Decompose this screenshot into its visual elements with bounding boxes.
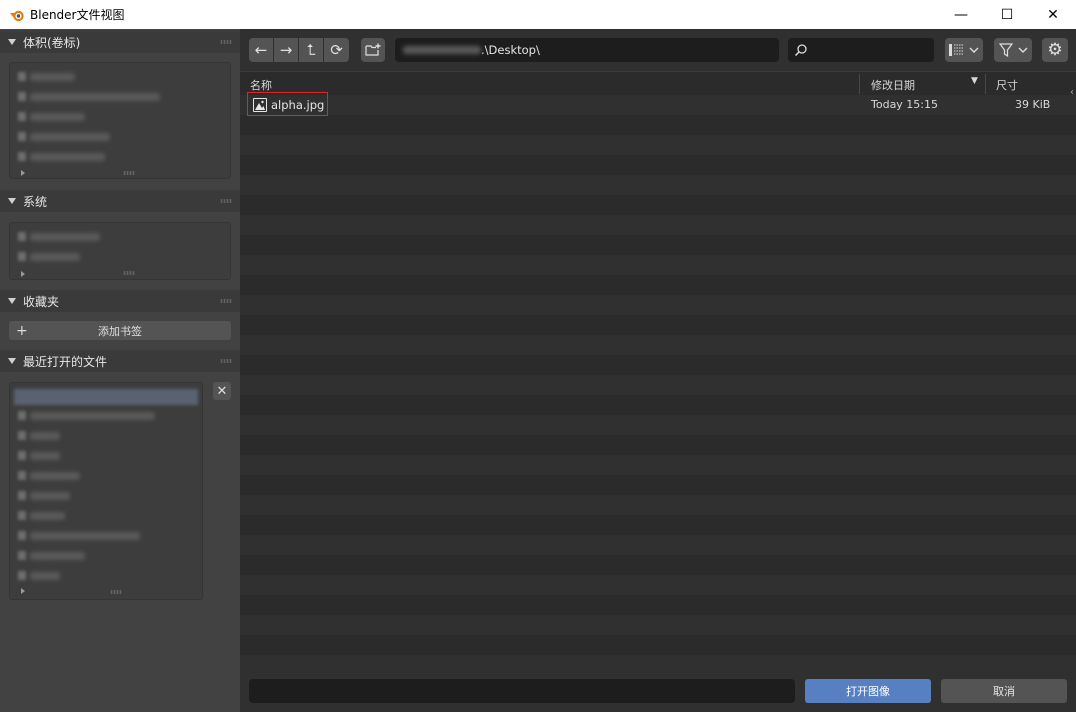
empty-row [240,415,1076,435]
volumes-list[interactable] [9,62,231,179]
empty-row [240,375,1076,395]
empty-row [240,155,1076,175]
expand-arrow-icon[interactable] [21,588,25,594]
empty-row [240,215,1076,235]
file-row[interactable]: alpha.jpg Today 15:15 39 KiB [240,95,1076,115]
new-folder-icon [365,43,381,56]
panel-header-bookmarks[interactable]: 收藏夹 [0,290,240,312]
clear-recent-button[interactable]: ✕ [213,382,231,400]
drag-grip-icon[interactable] [220,299,232,303]
empty-row [240,495,1076,515]
empty-row [240,355,1076,375]
expand-arrow-icon[interactable] [21,170,25,176]
blender-logo-icon [9,7,25,23]
forward-button[interactable]: → [274,38,298,62]
parent-directory-button[interactable]: ⮤ [299,38,323,62]
empty-row [240,515,1076,535]
add-bookmark-button[interactable]: + 添加书签 [9,321,231,340]
empty-row [240,295,1076,315]
empty-row [240,275,1076,295]
collapse-triangle-icon [8,198,16,204]
column-date[interactable]: 修改日期 [871,77,915,93]
expand-arrow-icon[interactable] [21,271,25,277]
empty-row [240,175,1076,195]
file-size: 39 KiB [1015,98,1051,111]
back-button[interactable]: ← [249,38,273,62]
search-icon [794,44,807,57]
drag-grip-icon[interactable] [220,40,232,44]
empty-row [240,235,1076,255]
maximize-button[interactable]: ☐ [984,0,1030,29]
add-bookmark-label: 添加书签 [98,324,142,338]
recent-files-list[interactable] [9,382,203,600]
close-button[interactable]: ✕ [1030,0,1076,29]
minimize-button[interactable]: — [938,0,984,29]
resize-grip-icon[interactable] [123,271,135,275]
resize-grip-icon[interactable] [110,590,122,594]
empty-row [240,315,1076,335]
toolbar: ← → ⮤ ⟳ .\Desktop\ ⚙ [240,29,1076,71]
column-size[interactable]: 尺寸 [996,77,1018,93]
cancel-button[interactable]: 取消 [941,679,1067,703]
panel-title-bookmarks: 收藏夹 [23,294,60,309]
drag-grip-icon[interactable] [220,199,232,203]
sort-descending-icon[interactable]: ▼ [971,76,978,86]
panel-title-volumes: 体积(卷标) [23,35,81,50]
empty-row [240,615,1076,635]
directory-path-field[interactable]: .\Desktop\ [395,38,779,62]
file-browser-main: ← → ⮤ ⟳ .\Desktop\ ⚙ 名称 修改日期 ▼ 尺寸 alpha.… [240,29,1076,712]
empty-row [240,535,1076,555]
panel-header-system[interactable]: 系统 [0,190,240,212]
refresh-button[interactable]: ⟳ [324,38,349,62]
empty-row [240,575,1076,595]
gear-icon: ⚙ [1047,40,1063,60]
panel-header-volumes[interactable]: 体积(卷标) [0,31,240,53]
file-date: Today 15:15 [871,98,939,111]
chevron-down-icon [1018,47,1027,53]
panel-title-system: 系统 [23,194,48,209]
filter-dropdown[interactable] [994,38,1032,62]
drag-grip-icon[interactable] [220,359,232,363]
chevron-down-icon [969,47,979,53]
empty-row [240,475,1076,495]
empty-row [240,255,1076,275]
column-header: 名称 修改日期 ▼ 尺寸 [240,71,1076,95]
file-list[interactable]: alpha.jpg Today 15:15 39 KiB [240,95,1076,675]
collapse-triangle-icon [8,298,16,304]
selection-highlight [247,92,328,116]
search-field[interactable] [788,38,934,62]
empty-row [240,435,1076,455]
panel-header-recent[interactable]: 最近打开的文件 [0,350,240,372]
title-bar: Blender文件视图 — ☐ ✕ [0,0,1076,29]
resize-grip-icon[interactable] [123,171,135,175]
empty-row [240,595,1076,615]
display-mode-icon [949,44,964,56]
new-folder-button[interactable] [361,38,385,62]
empty-row [240,115,1076,135]
window-title: Blender文件视图 [30,8,125,22]
filename-input[interactable] [249,679,795,703]
empty-row [240,135,1076,155]
empty-row [240,455,1076,475]
settings-button[interactable]: ⚙ [1042,38,1068,62]
column-name[interactable]: 名称 [250,77,272,93]
open-image-button[interactable]: 打开图像 [805,679,931,703]
empty-row [240,555,1076,575]
empty-row [240,335,1076,355]
sidebar-toggle-chevron-icon[interactable]: ‹ [1070,87,1074,98]
sidebar: 体积(卷标) 系统 收藏夹 + 添加书签 最近打开的文件 ✕ [0,29,240,712]
empty-row [240,395,1076,415]
display-mode-dropdown[interactable] [945,38,983,62]
empty-row [240,635,1076,655]
system-list[interactable] [9,222,231,280]
directory-path-text: .\Desktop\ [481,43,540,57]
footer: 打开图像 取消 [240,669,1076,712]
empty-row [240,195,1076,215]
filter-icon [998,43,1013,57]
panel-title-recent: 最近打开的文件 [23,354,108,369]
collapse-triangle-icon [8,358,16,364]
collapse-triangle-icon [8,39,16,45]
